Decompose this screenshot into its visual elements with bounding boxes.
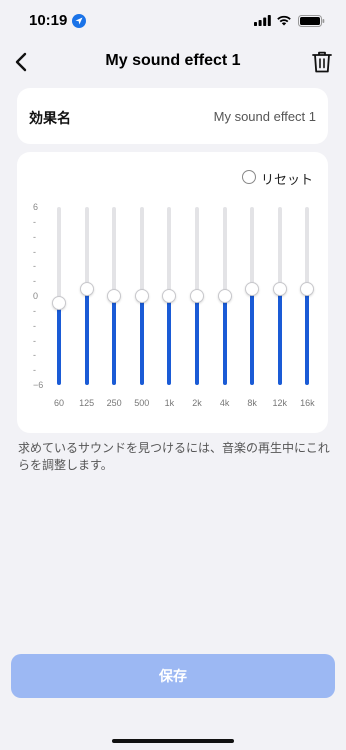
y-axis-tick: 0: [33, 291, 39, 301]
eq-slider-fill-500: [139, 296, 144, 385]
eq-slider-knob-60[interactable]: [52, 296, 66, 311]
eq-slider-knob-250[interactable]: [107, 289, 122, 303]
page-title: My sound effect 1: [105, 52, 241, 69]
eq-slider-fill-60: [57, 303, 61, 385]
eq-slider-knob-125[interactable]: [79, 281, 94, 296]
eq-slider-fill-2k: [195, 296, 199, 385]
save-label: 保存: [159, 668, 187, 684]
eq-slider-knob-500[interactable]: [134, 289, 149, 303]
home-indicator: [112, 739, 234, 743]
eq-frequency-label: 2k: [192, 398, 202, 408]
reset-label: リセット: [261, 172, 314, 187]
y-axis-tick: -: [33, 231, 36, 242]
back-button[interactable]: [10, 50, 34, 74]
battery-icon: [298, 15, 325, 27]
eq-frequency-label: 12k: [272, 398, 288, 408]
eq-slider-fill-8k: [250, 288, 255, 385]
eq-slider-knob-1k[interactable]: [162, 289, 177, 303]
eq-slider-fill-12k: [277, 288, 282, 385]
y-axis-tick: 6: [33, 202, 39, 212]
y-axis-tick: −6: [33, 380, 44, 390]
eq-slider-knob-8k[interactable]: [245, 281, 260, 296]
eq-frequency-label: 500: [134, 398, 150, 408]
location-arrow-icon: [72, 14, 86, 28]
equalizer-card: リセット 6 - - - - - 0 - - - - - −6 60 125 250 500 1k 2k 4k 8k 12…: [17, 152, 328, 433]
effect-name-label: 効果名: [29, 110, 71, 126]
y-axis-tick: -: [33, 261, 36, 272]
delete-button[interactable]: [311, 50, 333, 74]
eq-frequency-label: 8k: [247, 398, 257, 408]
eq-slider-fill-4k: [222, 296, 227, 385]
eq-slider-fill-250: [112, 296, 117, 385]
y-axis-tick: -: [33, 216, 36, 227]
y-axis-tick: -: [33, 305, 36, 316]
hint-text: 求めているサウンドを見つけるには、音楽の再生中にこれらを調整します。: [18, 441, 330, 472]
y-axis-tick: -: [33, 246, 36, 257]
eq-frequency-label: 4k: [219, 398, 230, 408]
eq-slider-knob-4k[interactable]: [217, 289, 232, 303]
y-axis-tick: -: [33, 350, 36, 361]
eq-slider-knob-2k[interactable]: [190, 289, 204, 303]
cellular-signal-icon: [254, 15, 271, 26]
trash-icon: [312, 51, 332, 73]
wifi-icon: [277, 15, 291, 26]
effect-name-value[interactable]: My sound effect 1: [214, 109, 316, 124]
eq-frequency-label: 60: [53, 398, 64, 408]
eq-slider-knob-12k[interactable]: [272, 281, 287, 296]
reset-radio-icon: [242, 170, 256, 184]
y-axis-tick: -: [33, 276, 36, 287]
eq-slider-fill-1k: [167, 296, 172, 385]
y-axis-tick: -: [33, 365, 36, 376]
eq-frequency-label: 125: [79, 398, 95, 408]
eq-slider-fill-125: [84, 288, 89, 385]
eq-frequency-label: 1k: [164, 398, 175, 408]
chevron-left-icon: [15, 52, 27, 72]
save-button[interactable]: 保存: [11, 654, 335, 698]
eq-slider-fill-16k: [305, 288, 310, 385]
nav-bar: My sound effect 1: [0, 44, 346, 80]
eq-slider-knob-16k[interactable]: [300, 281, 315, 296]
status-time: 10:19: [29, 12, 68, 29]
effect-name-row[interactable]: 効果名 My sound effect 1: [17, 88, 328, 144]
y-axis-tick: -: [33, 335, 36, 346]
eq-frequency-label: 16k: [300, 398, 315, 408]
y-axis-tick: -: [33, 320, 36, 331]
status-bar: 10:19: [0, 0, 346, 44]
eq-frequency-label: 250: [106, 398, 122, 408]
